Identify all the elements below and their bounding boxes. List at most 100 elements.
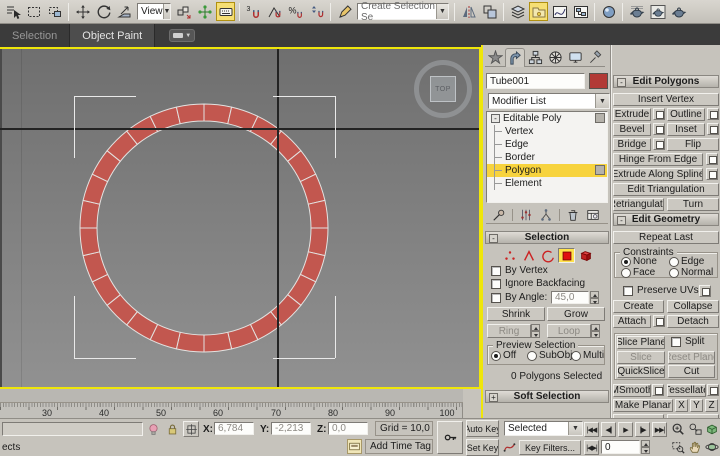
command-tab-utilities-icon[interactable] (585, 48, 605, 67)
preview-off-radio[interactable] (491, 351, 501, 361)
reference-coordinate-dropdown[interactable]: View ▼ (137, 3, 171, 20)
edit-triangulation-button[interactable]: Edit Triangulation (613, 183, 719, 196)
previous-frame-button[interactable]: ◀|| (601, 422, 616, 437)
frame-spinner[interactable] (641, 440, 650, 454)
by-angle-spinner[interactable] (590, 291, 599, 304)
stack-item-editable-poly[interactable]: -Editable Poly (487, 112, 607, 125)
bevel-settings-button[interactable] (653, 123, 665, 135)
pin-stack-icon[interactable] (492, 208, 506, 222)
command-tab-hierarchy-icon[interactable] (525, 48, 545, 67)
zoom-icon[interactable] (670, 421, 685, 436)
time-slider[interactable] (0, 389, 463, 403)
stack-item-element[interactable]: Element (487, 177, 607, 190)
material-editor-icon[interactable] (599, 2, 618, 21)
play-button[interactable]: ▶ (618, 422, 633, 437)
chevron-down-icon[interactable]: ▼ (595, 94, 609, 108)
schematic-view-icon[interactable] (571, 2, 590, 21)
tessellate-settings-button[interactable] (707, 384, 719, 396)
tab-object-paint[interactable]: Object Paint (69, 24, 155, 47)
bridge-button[interactable]: Bridge (613, 138, 651, 151)
loop-spinner[interactable] (591, 324, 600, 338)
curve-editor-icon[interactable] (550, 2, 569, 21)
stack-onoff-icon[interactable] (595, 165, 605, 175)
ring-button[interactable]: Ring (487, 324, 531, 338)
select-and-scale-icon[interactable] (115, 2, 134, 21)
chevron-down-icon[interactable]: ▼ (568, 422, 582, 435)
rectangular-region-icon[interactable] (24, 2, 43, 21)
set-keys-button[interactable] (437, 421, 463, 454)
outline-button[interactable]: Outline (667, 108, 705, 121)
grow-button[interactable]: Grow (547, 307, 605, 321)
percent-snap-icon[interactable]: % (286, 2, 305, 21)
edit-named-selections-icon[interactable] (335, 2, 354, 21)
current-frame-field[interactable]: 0 (601, 440, 640, 454)
modifier-stack[interactable]: -Editable PolyVertexEdgeBorderPolygonEle… (486, 111, 608, 203)
reset-plane-button[interactable]: Reset Plane (668, 351, 715, 364)
zoom-extents-icon[interactable] (704, 421, 719, 436)
y-coord-field[interactable]: -2,213 (271, 422, 311, 435)
modifier-list-dropdown[interactable]: Modifier List ▼ (488, 93, 610, 109)
z-coord-field[interactable]: 0,0 (328, 422, 368, 435)
planar-x-button[interactable]: X (675, 399, 688, 412)
quickslice-button[interactable]: QuickSlice (617, 365, 665, 378)
ring-spinner[interactable] (531, 324, 540, 338)
by-angle-checkbox[interactable] (491, 293, 501, 303)
sub-object-element-icon[interactable] (577, 248, 594, 263)
layer-manager-icon[interactable] (508, 2, 527, 21)
preview-subobj-radio[interactable] (527, 351, 537, 361)
pan-icon[interactable] (687, 439, 702, 454)
selection-lock-icon[interactable] (165, 422, 179, 436)
bevel-button[interactable]: Bevel (613, 123, 651, 136)
attach-settings-button[interactable] (653, 315, 665, 327)
msmooth-button[interactable]: MSmooth (613, 384, 651, 397)
chevron-down-icon[interactable]: ▼ (436, 4, 448, 19)
key-mode-toggle[interactable]: |◀▶| (584, 440, 599, 455)
select-and-rotate-icon[interactable] (94, 2, 113, 21)
make-unique-icon[interactable] (539, 208, 553, 222)
command-tab-modify-icon[interactable] (505, 48, 525, 67)
go-to-start-button[interactable]: |◀◀ (584, 422, 599, 437)
orbit-icon[interactable] (704, 439, 719, 454)
tab-selection[interactable]: Selection (0, 24, 69, 47)
add-time-tag[interactable]: Add Time Tag (365, 439, 433, 454)
constraint-none-radio[interactable] (621, 257, 631, 267)
outline-settings-button[interactable] (707, 108, 719, 120)
attach-button[interactable]: Attach (613, 315, 651, 328)
soft-selection-rollout-header[interactable]: + Soft Selection (485, 390, 609, 403)
collapse-icon[interactable]: - (617, 78, 626, 87)
keyboard-shortcut-toggle-icon[interactable] (347, 439, 362, 454)
window-crossing-icon[interactable] (45, 2, 64, 21)
snap-toggle-3d-icon[interactable]: 3 (244, 2, 263, 21)
object-color-swatch[interactable] (589, 73, 608, 89)
ignore-backfacing-checkbox[interactable] (491, 279, 501, 289)
auto-key-button[interactable]: Auto Key (466, 420, 499, 437)
stack-item-border[interactable]: Border (487, 151, 607, 164)
select-and-move-icon[interactable] (73, 2, 92, 21)
collapse-button[interactable]: Collapse (667, 300, 719, 313)
command-tab-display-icon[interactable] (565, 48, 585, 67)
stack-item-edge[interactable]: Edge (487, 138, 607, 151)
default-in-out-tangent-icon[interactable] (502, 440, 516, 454)
by-vertex-checkbox[interactable] (491, 266, 501, 276)
hinge-from-edge-settings-button[interactable] (706, 153, 718, 165)
turn-button[interactable]: Turn (667, 198, 719, 211)
bridge-settings-button[interactable] (653, 138, 665, 150)
object-name-field[interactable]: Tube001 (486, 73, 585, 89)
detach-button[interactable]: Detach (667, 315, 719, 328)
render-setup-icon[interactable] (627, 2, 646, 21)
extrude-settings-button[interactable] (653, 108, 665, 120)
viewcube[interactable]: TOP (414, 60, 472, 118)
ribbon-minimize-button[interactable]: ▼ (169, 29, 195, 42)
insert-vertex-button[interactable]: Insert Vertex (613, 93, 719, 106)
named-selection-set-dropdown[interactable]: Create Selection Se ▼ (357, 3, 449, 20)
track-bar[interactable]: 30405060708090100 (0, 403, 463, 418)
sub-object-vertex-icon[interactable] (501, 248, 518, 263)
selection-filter-icon[interactable] (3, 2, 22, 21)
preserve-uvs-checkbox[interactable] (623, 286, 633, 296)
zoom-all-icon[interactable] (687, 421, 702, 436)
cut-button[interactable]: Cut (668, 365, 715, 378)
stack-onoff-icon[interactable] (595, 113, 605, 123)
command-tab-motion-icon[interactable] (545, 48, 565, 67)
render-production-icon[interactable] (669, 2, 688, 21)
make-planar-button[interactable]: Make Planar (613, 399, 673, 412)
